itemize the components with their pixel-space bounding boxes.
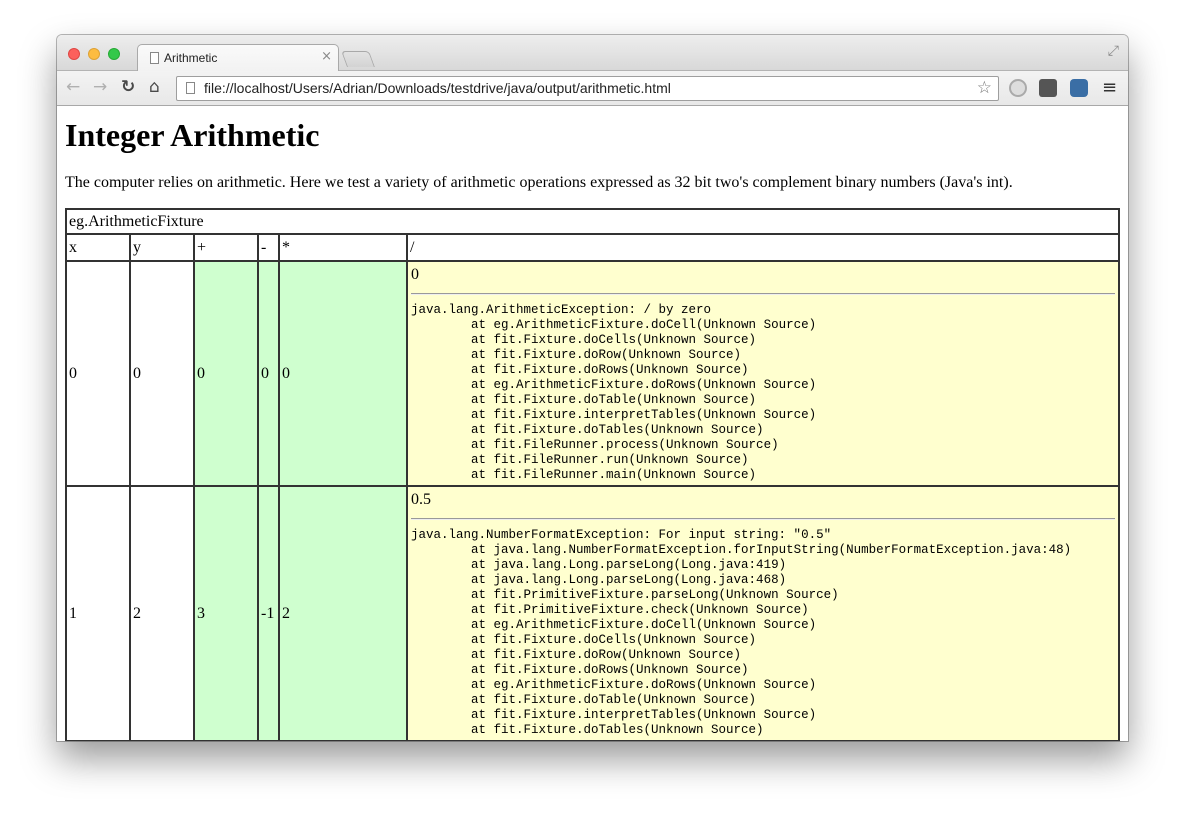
fixture-title-row: eg.ArithmeticFixture [67,210,1120,235]
menu-icon[interactable]: ≡ [1102,77,1117,98]
browser-toolbar: ← → ↻ ⌂ file://localhost/Users/Adrian/Do… [57,71,1128,106]
divide-value: 0.5 [411,491,431,508]
back-arrow-icon[interactable]: ← [66,78,80,96]
extension-icon-1[interactable] [1009,79,1027,97]
cell-y: 0 [131,262,195,487]
stack-trace: java.lang.ArithmeticException: / by zero… [411,303,817,482]
header-x: x [67,235,131,262]
page-icon [186,82,195,94]
cell-times-pass: 2 [280,487,408,741]
extension-icon-2[interactable] [1039,79,1057,97]
cell-plus-pass: 0 [195,262,259,487]
cell-divide-exception: 0 java.lang.ArithmeticException: / by ze… [408,262,1120,487]
minimize-window-button[interactable] [88,48,100,60]
new-tab-button[interactable] [341,51,375,67]
tab-close-icon[interactable]: × [321,49,332,64]
tab-title: Arithmetic [164,51,218,65]
cell-divide-exception: 0.5 java.lang.NumberFormatException: For… [408,487,1120,741]
cell-minus-pass: 0 [259,262,280,487]
cell-times-pass: 0 [280,262,408,487]
divide-value: 0 [411,266,419,283]
cell-y: 2 [131,487,195,741]
header-times: * [280,235,408,262]
header-y: y [131,235,195,262]
url-text[interactable]: file://localhost/Users/Adrian/Downloads/… [204,80,671,96]
divider [411,293,1115,295]
extension-icon-3[interactable] [1070,79,1088,97]
home-icon[interactable]: ⌂ [149,78,160,96]
header-minus: - [259,235,280,262]
title-bar: Arithmetic × ⤢ [57,35,1128,72]
cell-plus-pass: 3 [195,487,259,741]
cell-minus-pass: -1 [259,487,280,741]
divider [411,518,1115,520]
fixture-name: eg.ArithmeticFixture [67,210,1120,235]
header-divide: / [408,235,1120,262]
table-row: 0 0 0 0 0 0 java.lang.ArithmeticExceptio… [67,262,1120,487]
fixture-table: eg.ArithmeticFixture x y + - * / 0 0 0 0… [65,208,1120,741]
forward-arrow-icon[interactable]: → [93,78,107,96]
table-row: 1 2 3 -1 2 0.5 java.lang.NumberFormatExc… [67,487,1120,741]
intro-paragraph: The computer relies on arithmetic. Here … [65,174,1013,191]
browser-window: Arithmetic × ⤢ ← → ↻ ⌂ file://localhost/… [57,35,1128,741]
bookmark-star-icon[interactable]: ☆ [977,78,992,98]
cell-x: 0 [67,262,131,487]
fullscreen-icon[interactable]: ⤢ [1108,43,1119,59]
zoom-window-button[interactable] [108,48,120,60]
stack-trace: java.lang.NumberFormatException: For inp… [411,528,1072,737]
address-bar[interactable]: file://localhost/Users/Adrian/Downloads/… [176,76,999,101]
header-plus: + [195,235,259,262]
tab-arithmetic[interactable]: Arithmetic × [137,44,339,72]
reload-icon[interactable]: ↻ [121,78,135,96]
header-row: x y + - * / [67,235,1120,262]
page-content: Integer Arithmetic The computer relies o… [57,106,1128,741]
cell-x: 1 [67,487,131,741]
page-title: Integer Arithmetic [65,117,320,153]
document-icon [150,52,159,64]
close-window-button[interactable] [68,48,80,60]
